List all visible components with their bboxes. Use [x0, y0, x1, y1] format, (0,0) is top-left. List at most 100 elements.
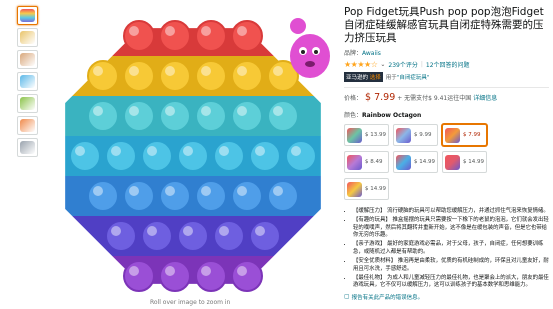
- pop-bubble: [159, 100, 191, 132]
- pop-bubble: [123, 20, 155, 52]
- color-row: 颜色：Rainbow Octagon: [344, 110, 549, 119]
- bubble-highlight: [93, 186, 103, 196]
- bubble-highlight: [201, 186, 211, 196]
- bubble-highlight: [255, 226, 265, 236]
- thumbnail-kid-playing[interactable]: [17, 94, 38, 113]
- feature-bullet: 【亲子游戏】 最好的家庭游戏必需品，对于父母，孩子，自闭症，任何想要训练急，或随…: [353, 241, 549, 256]
- circle-popper-icon: [445, 154, 460, 170]
- pop-bubble: [177, 220, 209, 252]
- pop-bubble: [267, 180, 299, 212]
- pop-bubble: [249, 220, 281, 252]
- swatch-green-blue-popper[interactable]: $ 13.99: [344, 124, 389, 146]
- bubble-highlight: [111, 146, 121, 156]
- rainbow-octagon-image: [62, 18, 330, 292]
- bubble-highlight: [111, 226, 121, 236]
- feature-bullet: 【缓解压力】 流行硬脑的玩具可以帮助您缓解压力，并通过抓住气泡来恢复情绪。: [353, 208, 549, 216]
- bubble-highlight: [255, 146, 265, 156]
- feature-bullets: 【缓解压力】 流行硬脑的玩具可以帮助您缓解压力，并通过抓住气泡来恢复情绪。【有趣…: [344, 208, 549, 290]
- bubble-highlight: [165, 186, 175, 196]
- thumbnail-box-package[interactable]: [17, 116, 38, 135]
- swatch-duo-popper[interactable]: $ 14.99: [393, 151, 438, 173]
- pop-bubble: [159, 20, 191, 52]
- price-label: 价格：: [344, 95, 363, 102]
- pop-bubble: [87, 100, 119, 132]
- green-blue-popper-icon: [347, 127, 362, 143]
- swatch-price: $ 13.99: [365, 132, 386, 138]
- bubble-highlight: [237, 26, 247, 36]
- swatch-rainbow-octagon[interactable]: $ 7.99: [442, 124, 487, 146]
- thumbnail-image: [20, 119, 35, 132]
- shipping-note: + 无需支付$ 9.41运往中国: [397, 95, 472, 102]
- thumbnail-rainbow-octagon[interactable]: [17, 6, 38, 25]
- badge-context: 用于"自闭症玩具": [386, 73, 430, 81]
- swatch-price: $ 14.99: [365, 186, 386, 192]
- bubble-highlight: [129, 106, 139, 116]
- pop-bubble: [87, 60, 119, 92]
- report-link[interactable]: 报告有关此产品的错误信息。: [352, 293, 424, 301]
- pop-bubble: [195, 260, 227, 292]
- pop-bubble: [105, 220, 137, 252]
- feature-bullet: 【安全优质材料】 推泡再是由柔软，优质的有机硅制成的，环保且对儿童友好，耐用且可…: [353, 258, 549, 273]
- swatch-circle-popper[interactable]: $ 14.99: [442, 151, 487, 173]
- bubble-highlight: [183, 146, 193, 156]
- bubble-highlight: [147, 146, 157, 156]
- thumbnail-strip: [17, 6, 39, 160]
- report-row[interactable]: ▢ 报告有关此产品的错误信息。: [344, 293, 549, 301]
- thumbnail-hand-demo[interactable]: [17, 50, 38, 69]
- bubble-highlight: [93, 66, 103, 76]
- bubble-highlight: [147, 226, 157, 236]
- bubble-highlight: [219, 226, 229, 236]
- bubble-highlight: [165, 66, 175, 76]
- mascot-icon: [290, 18, 330, 78]
- pop-bubble: [213, 140, 245, 172]
- thumbnail-rainbow-alt[interactable]: [17, 72, 38, 91]
- bubble-highlight: [201, 266, 211, 276]
- thumbnail-octagon-photo[interactable]: [17, 28, 38, 47]
- bubble-highlight: [129, 26, 139, 36]
- brand-link[interactable]: Awaiis: [362, 50, 381, 57]
- details-link[interactable]: 详细信息: [473, 93, 497, 102]
- star-rating-icon[interactable]: ★★★★☆: [344, 60, 378, 69]
- bubble-highlight: [165, 106, 175, 116]
- bubble-highlight: [183, 226, 193, 236]
- pop-bubble: [195, 20, 227, 52]
- badge-choice: 选择: [369, 75, 381, 81]
- bubble-highlight: [237, 66, 247, 76]
- color-band: [63, 256, 323, 286]
- badge-keyword-link[interactable]: "自闭症玩具": [397, 75, 430, 81]
- swatch-price: $ 14.99: [463, 159, 484, 165]
- pop-bubble: [231, 20, 263, 52]
- ratings-count-link[interactable]: 239个评分: [388, 60, 417, 69]
- brand-label: 品牌：: [344, 50, 363, 57]
- swatch-rainbow-square[interactable]: $ 8.49: [344, 151, 389, 173]
- answered-questions-link[interactable]: 12个回答的问题: [426, 60, 470, 69]
- amazon-choice-badge[interactable]: 亚马逊的 选择: [344, 72, 383, 82]
- pop-bubble: [177, 140, 209, 172]
- swatch-price: $ 9.99: [414, 132, 432, 138]
- rainbow-square-icon: [347, 154, 362, 170]
- divider-bar: |: [420, 61, 423, 68]
- pop-bubble: [231, 100, 263, 132]
- rainbow-circle-icon: [347, 181, 362, 197]
- thumbnail-image: [20, 9, 35, 22]
- thumbnail-video-thumb[interactable]: [17, 138, 38, 157]
- bubble-highlight: [219, 146, 229, 156]
- pop-bubble: [87, 180, 119, 212]
- bubble-highlight: [237, 186, 247, 196]
- swatch-price: $ 14.99: [414, 159, 435, 165]
- section-divider: [344, 87, 549, 88]
- pop-bubble: [195, 60, 227, 92]
- main-product-image[interactable]: [48, 6, 338, 306]
- brand-row: 品牌：Awaiis: [344, 48, 549, 57]
- price-row: 价格： $ 7.99 + 无需支付$ 9.41运往中国 详细信息: [344, 92, 549, 103]
- duo-popper-icon: [396, 154, 411, 170]
- swatch-rainbow-circle[interactable]: $ 14.99: [344, 178, 389, 200]
- pop-bubble: [159, 260, 191, 292]
- product-details-panel: Pop Fidget玩具Push pop pop泡泡Fidget自闭症硅缓解感官…: [344, 6, 549, 301]
- chevron-down-icon[interactable]: ⌄: [380, 61, 385, 68]
- pop-bubble: [123, 260, 155, 292]
- pop-bubble: [249, 140, 281, 172]
- bubble-highlight: [165, 266, 175, 276]
- swatch-rainbow-triangle[interactable]: $ 9.99: [393, 124, 438, 146]
- swatch-price: $ 8.49: [365, 159, 383, 165]
